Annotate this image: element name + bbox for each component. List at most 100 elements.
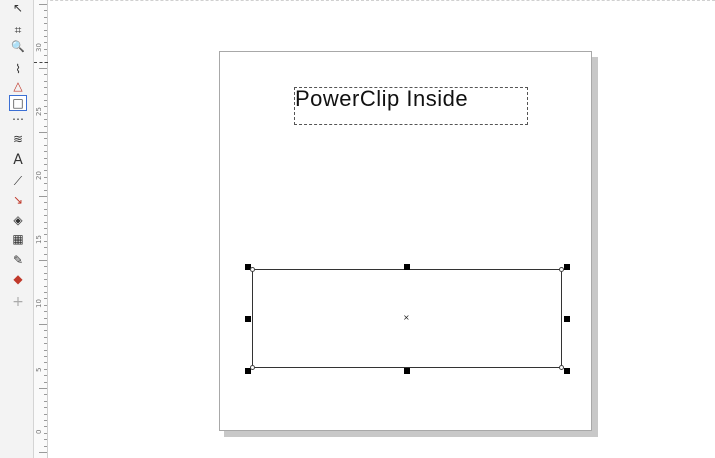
canvas-top-border	[0, 0, 715, 2]
ruler-tick	[44, 16, 47, 18]
rectangle-tool-icon[interactable]: □	[9, 95, 27, 111]
ruler-tick	[44, 29, 47, 31]
ruler-tick	[44, 292, 47, 293]
ruler-label: 0	[35, 429, 43, 434]
zoom-tool-icon[interactable]: 🔍	[8, 38, 28, 54]
ruler-tick	[44, 215, 47, 217]
corner-node[interactable]	[559, 267, 564, 272]
ruler-tick	[44, 432, 47, 434]
ruler-tick	[44, 119, 47, 121]
ruler-tick	[44, 426, 47, 428]
artistic-media-tool-icon[interactable]: ≋	[8, 131, 28, 147]
selection-handle-left[interactable]	[245, 316, 251, 322]
add-tool-icon[interactable]: +	[8, 294, 28, 310]
ruler-tick	[39, 132, 47, 133]
ruler-tick	[39, 452, 47, 453]
ruler-tick	[44, 221, 47, 223]
selection-handle-bottom-right[interactable]	[564, 368, 570, 374]
ruler-tick	[39, 68, 47, 69]
ruler-tick	[44, 330, 47, 332]
ruler-tick	[44, 400, 47, 402]
ruler-tick	[44, 272, 47, 274]
ruler-tick	[44, 317, 47, 319]
ruler-tick	[39, 260, 47, 261]
powerclip-title-text[interactable]: PowerClip Inside	[295, 86, 468, 112]
corner-node[interactable]	[559, 365, 564, 370]
center-marker-icon: ×	[403, 313, 410, 322]
interactive-fill-tool-icon[interactable]: ◆	[8, 271, 28, 287]
ruler-tick	[44, 336, 47, 338]
ruler-tick	[44, 266, 47, 268]
selection-handle-right[interactable]	[564, 316, 570, 322]
ruler-tick	[44, 445, 47, 447]
ruler-label: 25	[35, 107, 43, 116]
ruler-tick	[44, 100, 47, 101]
pattern-tool-icon[interactable]: ▦	[8, 231, 28, 247]
text-tool-icon[interactable]: A	[8, 152, 28, 168]
ruler-tick	[44, 368, 47, 370]
ruler-tick	[44, 112, 47, 114]
ruler-tick	[44, 298, 47, 300]
transparency-tool-icon[interactable]: ◈	[8, 212, 28, 228]
ruler-tick	[44, 234, 47, 236]
ruler-tick	[44, 55, 47, 57]
ruler-tick	[39, 196, 47, 197]
ruler-tick	[44, 80, 47, 82]
connector-tool-icon[interactable]: ⟋	[8, 173, 28, 189]
ruler-tick	[44, 42, 47, 44]
polygon-tool-icon[interactable]: ⋯	[8, 111, 28, 127]
toolbox: ↖ ⌗ 🔍 ⌇ △ □ ⋯ ≋ A ⟋ ↘ ◈ ▦ ✎ ◆ +	[0, 0, 34, 458]
ruler-tick	[44, 23, 47, 25]
ruler-label: 15	[35, 235, 43, 244]
ruler-label: 10	[35, 299, 43, 308]
ruler-label: 30	[35, 43, 43, 52]
ruler-tick	[44, 279, 47, 281]
corner-node[interactable]	[250, 365, 255, 370]
ruler-tick	[44, 413, 47, 415]
smart-fill-tool-icon[interactable]: △	[8, 78, 28, 94]
ruler-tick	[44, 74, 47, 76]
ruler-tick	[44, 362, 47, 364]
ruler-tick	[44, 189, 47, 191]
crop-tool-icon[interactable]: ⌗	[8, 22, 28, 38]
selection-handle-top[interactable]	[404, 264, 410, 270]
ruler-tick	[44, 247, 47, 249]
ruler-tick	[44, 240, 47, 242]
ruler-label: 20	[35, 171, 43, 180]
ruler-tick	[44, 138, 47, 140]
ruler-tick	[44, 381, 47, 383]
ruler-label: 5	[35, 367, 43, 372]
ruler-tick	[44, 164, 47, 165]
ruler-tick	[44, 304, 47, 306]
ruler-tick	[44, 176, 47, 178]
ruler-tick	[44, 170, 47, 172]
ruler-tick	[39, 4, 47, 5]
drop-shadow-tool-icon[interactable]: ↘	[8, 192, 28, 208]
ruler-tick	[44, 208, 47, 210]
ruler-tick	[44, 349, 47, 351]
pick-tool-icon[interactable]: ↖	[8, 0, 28, 16]
ruler-tick	[44, 285, 47, 287]
ruler-tick	[44, 106, 47, 108]
ruler-tick	[44, 157, 47, 159]
ruler-tick	[44, 420, 47, 421]
ruler-tick	[44, 36, 47, 37]
selection-handle-bottom[interactable]	[404, 368, 410, 374]
eyedropper-tool-icon[interactable]: ✎	[8, 252, 28, 268]
ruler-tick	[44, 407, 47, 409]
ruler-guide-marker	[34, 62, 48, 63]
ruler-tick	[44, 10, 47, 12]
corner-node[interactable]	[250, 267, 255, 272]
ruler-tick	[44, 343, 47, 345]
selection-handle-top-right[interactable]	[564, 264, 570, 270]
ruler-tick	[44, 202, 47, 204]
ruler-tick	[44, 253, 47, 255]
ruler-tick	[44, 439, 47, 441]
vertical-ruler[interactable]: 30 25 20 15 10 5 0	[34, 0, 48, 458]
ruler-tick	[44, 125, 47, 127]
freehand-tool-icon[interactable]: ⌇	[8, 61, 28, 77]
ruler-tick	[44, 48, 47, 50]
ruler-tick	[44, 311, 47, 313]
ruler-tick	[44, 144, 47, 146]
ruler-tick	[44, 93, 47, 95]
